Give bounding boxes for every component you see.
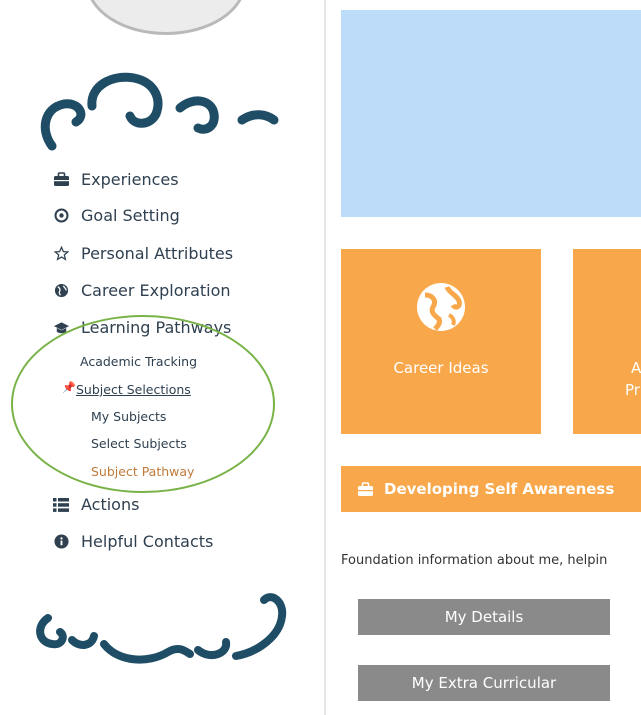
info-icon [52, 533, 70, 551]
nav-personal-attributes[interactable]: Personal Attributes [52, 244, 233, 263]
nav-helpful-contacts[interactable]: Helpful Contacts [52, 532, 213, 551]
nav-goal-setting[interactable]: Goal Setting [52, 206, 180, 225]
nav-label: Goal Setting [81, 206, 180, 225]
section-header: Developing Self Awareness [341, 466, 641, 512]
nav-experiences[interactable]: Experiences [52, 170, 179, 189]
section-title: Developing Self Awareness [384, 480, 615, 498]
nav-actions[interactable]: Actions [52, 495, 139, 514]
target-icon [52, 207, 70, 225]
graduation-cap-icon [52, 319, 70, 337]
tile-label-partial-2: Pr [625, 381, 640, 399]
sub-subject-selections[interactable]: Subject Selections [76, 382, 191, 397]
section-description: Foundation information about me, helpin [341, 553, 608, 568]
nav-career-exploration[interactable]: Career Exploration [52, 281, 231, 300]
sidebar: Experiences Goal Setting Personal Attrib… [0, 0, 318, 715]
nav-label: Career Exploration [81, 281, 231, 300]
nav-learning-pathways[interactable]: Learning Pathways [52, 318, 231, 337]
briefcase-icon [52, 171, 70, 189]
nav-label: Personal Attributes [81, 244, 234, 263]
sub-subject-pathway[interactable]: Subject Pathway [91, 464, 194, 479]
globe-icon [415, 281, 467, 337]
partial-tile[interactable]: A Pr [573, 249, 641, 434]
globe-icon [52, 282, 70, 300]
sub-select-subjects[interactable]: Select Subjects [91, 436, 187, 451]
career-ideas-tile[interactable]: Career Ideas [341, 249, 541, 434]
nav-label: Helpful Contacts [81, 532, 214, 551]
list-icon [52, 496, 70, 514]
star-icon [52, 245, 70, 263]
bottom-swirl-ornament [36, 593, 287, 664]
nav-label: Actions [81, 495, 140, 514]
pin-icon: 📌 [62, 381, 76, 394]
nav-label: Learning Pathways [81, 318, 232, 337]
tile-label: Career Ideas [393, 359, 489, 377]
briefcase-icon [357, 481, 374, 497]
my-details-button[interactable]: My Details [358, 599, 610, 635]
nav-label: Experiences [81, 170, 179, 189]
sub-academic-tracking[interactable]: Academic Tracking [80, 354, 197, 369]
hero-banner [341, 10, 641, 217]
avatar[interactable] [86, 0, 246, 35]
top-swirl-ornament [40, 72, 279, 151]
panel-divider [324, 0, 326, 715]
sub-my-subjects[interactable]: My Subjects [91, 409, 166, 424]
my-extra-curricular-button[interactable]: My Extra Curricular [358, 665, 610, 701]
tile-label-partial-1: A [631, 359, 641, 377]
